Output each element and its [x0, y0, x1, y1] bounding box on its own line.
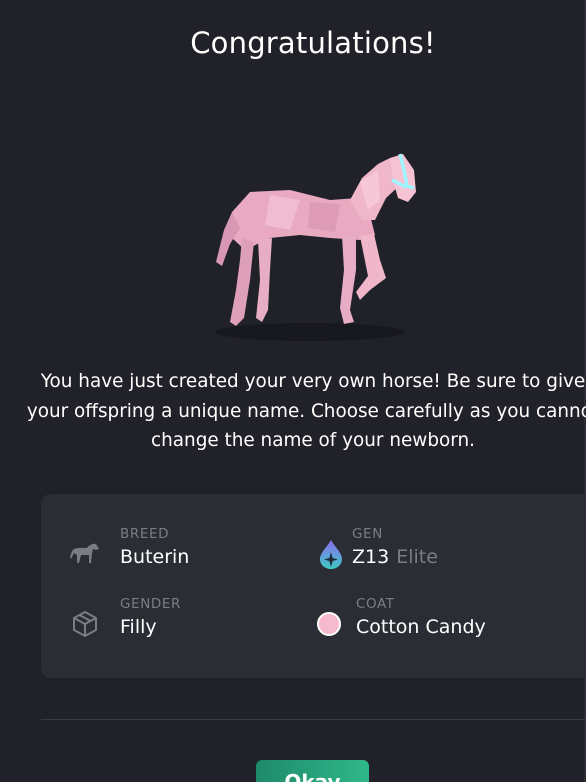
horse-icon	[69, 538, 101, 570]
horse-image	[210, 140, 425, 350]
cube-icon	[69, 608, 101, 640]
detail-breed: BREED Buterin	[69, 526, 289, 576]
horse-illustration	[215, 153, 416, 341]
divider	[41, 719, 586, 720]
coat-value: Cotton Candy	[356, 616, 486, 638]
breed-label: BREED	[120, 526, 170, 542]
gen-tier: Elite	[396, 546, 438, 568]
detail-gender: GENDER Filly	[69, 596, 289, 646]
modal-title: Congratulations!	[190, 26, 436, 60]
gender-label: GENDER	[120, 596, 181, 612]
detail-coat: COAT Cotton Candy	[313, 596, 573, 646]
coat-label: COAT	[356, 596, 395, 612]
coat-swatch-icon	[313, 608, 345, 640]
okay-button[interactable]: Okay	[256, 760, 369, 782]
breed-value: Buterin	[120, 546, 190, 568]
gen-drop-icon	[315, 538, 347, 570]
gen-label: GEN	[352, 526, 383, 542]
modal-description: You have just created your very own hors…	[26, 371, 586, 451]
gen-number: Z13	[352, 546, 390, 568]
detail-gen: GEN Z13 Elite	[315, 526, 565, 576]
gen-value: Z13 Elite	[352, 546, 438, 568]
horse-details-card: BREED Buterin GEN Z13 Elite GENDER Filly…	[41, 494, 586, 678]
gender-value: Filly	[120, 616, 157, 638]
congratulations-modal: Congratulations! You have just created y…	[0, 0, 586, 782]
